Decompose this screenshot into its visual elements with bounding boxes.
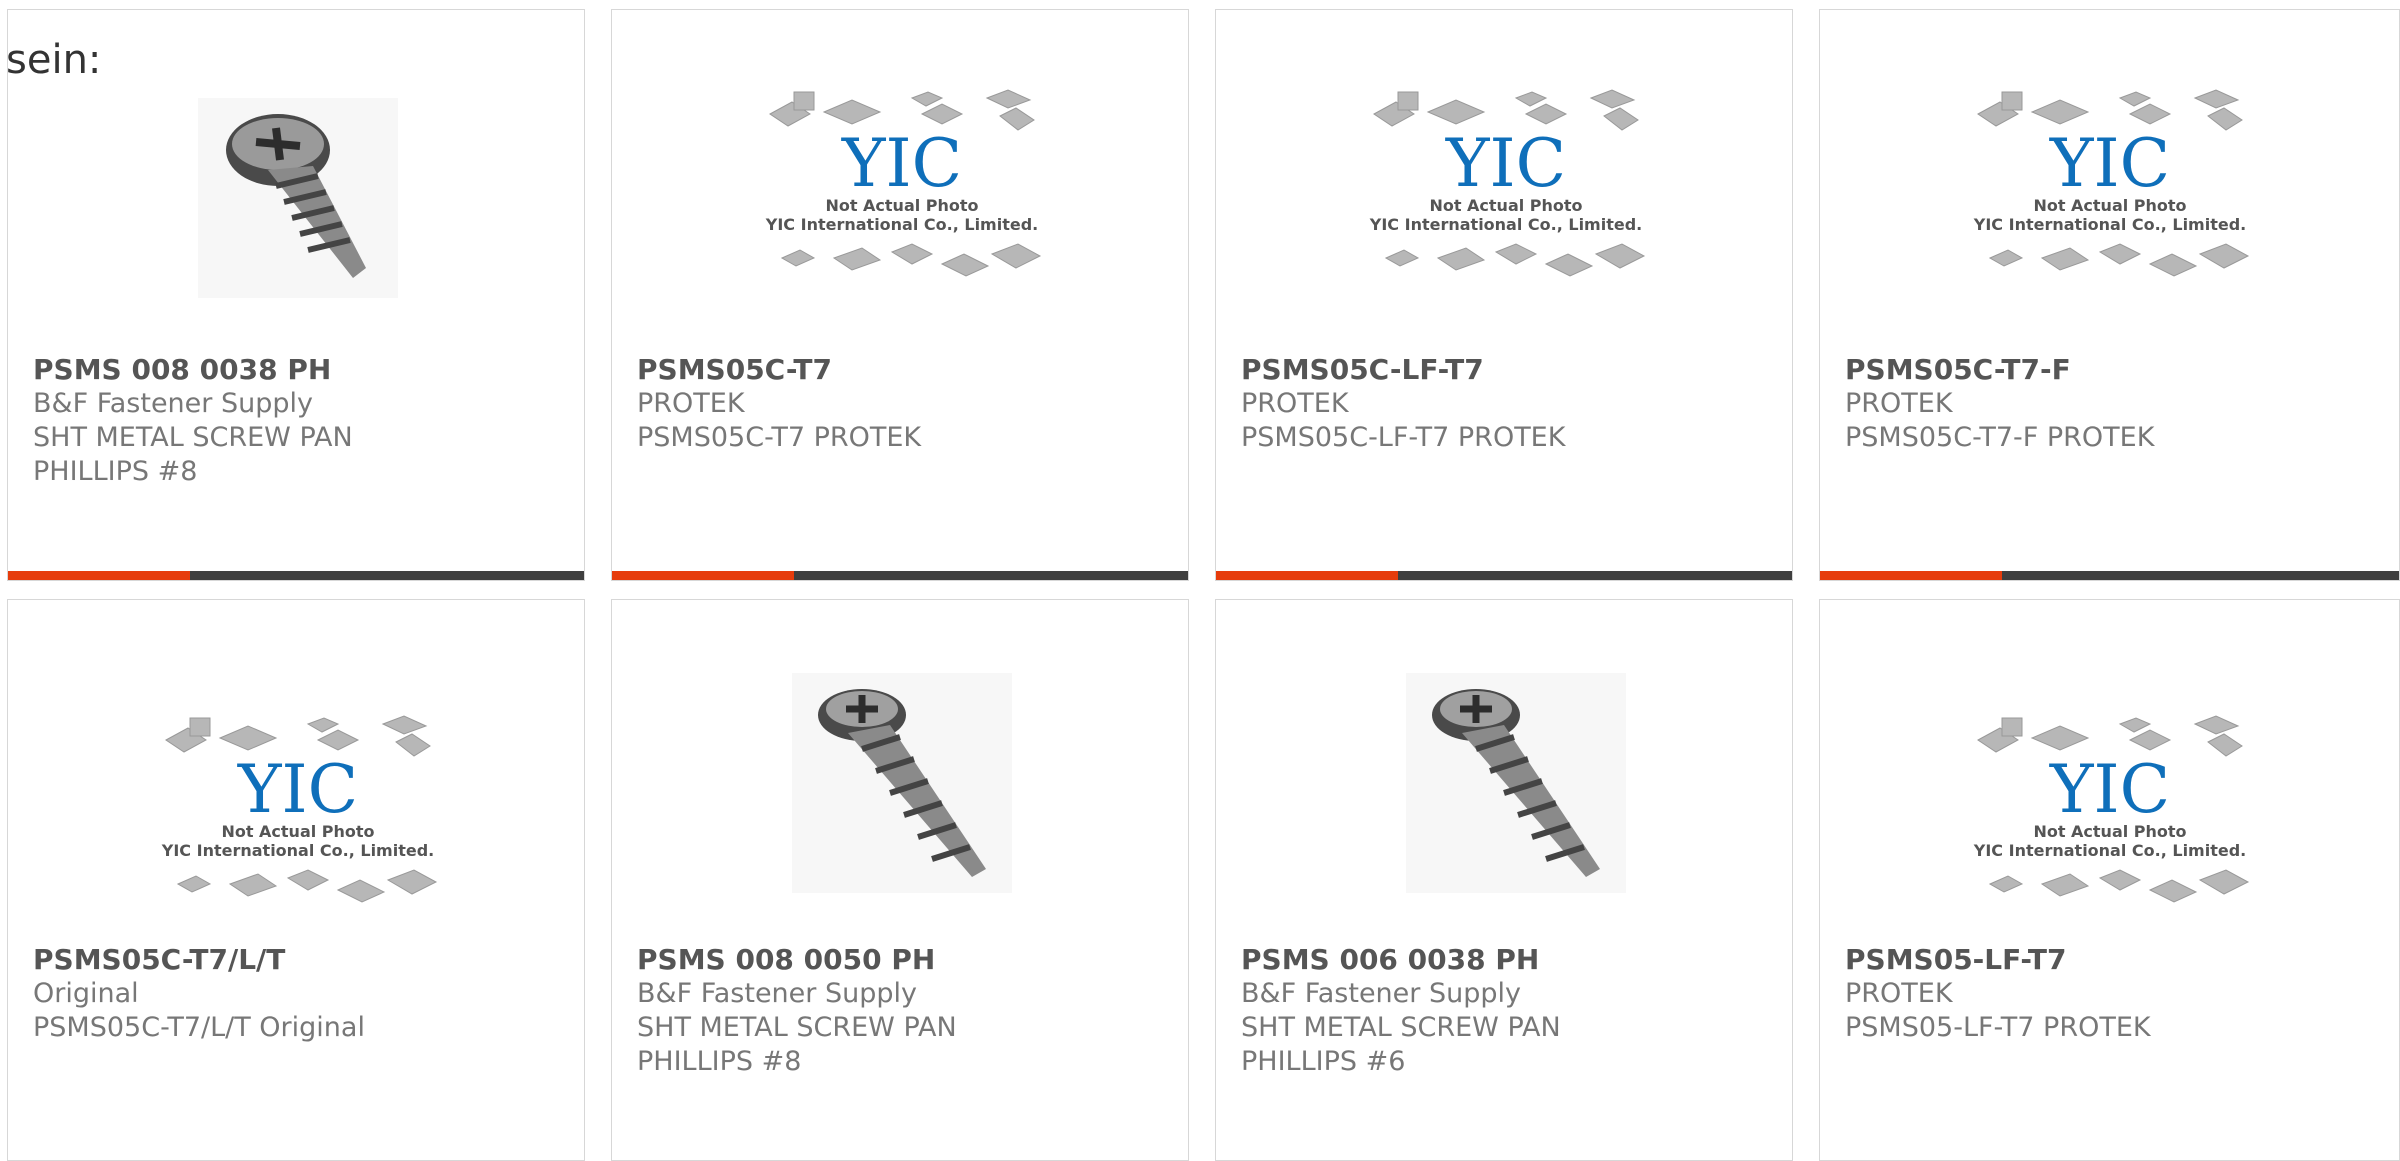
product-manufacturer: Original	[33, 978, 139, 1009]
svg-text:YIC International Co., Limited: YIC International Co., Limited.	[765, 215, 1038, 234]
lead-text: sein:	[6, 37, 102, 83]
screw-photo-icon	[792, 673, 1012, 893]
product-card[interactable]: YIC Not Actual Photo YIC International C…	[1215, 9, 1793, 581]
svg-text:YIC International Co., Limited: YIC International Co., Limited.	[1369, 215, 1642, 234]
svg-text:YIC: YIC	[2049, 751, 2170, 828]
product-card[interactable]: PSMS 008 0038 PH B&F Fastener Supply SHT…	[7, 9, 585, 581]
product-grid: PSMS 008 0038 PH B&F Fastener Supply SHT…	[0, 0, 2400, 1161]
product-title[interactable]: PSMS 006 0038 PH	[1241, 943, 1772, 977]
product-description-2: PHILLIPS #8	[33, 456, 198, 487]
product-info: PSMS05C-T7-F PROTEK PSMS05C-T7-F PROTEK	[1845, 353, 2379, 455]
not-actual-photo-icon: YIC Not Actual Photo YIC International C…	[1369, 89, 1646, 277]
product-card[interactable]: YIC Not Actual Photo YIC International C…	[7, 599, 585, 1161]
product-description: PSMS05C-T7 PROTEK	[637, 422, 922, 453]
product-title[interactable]: PSMS05-LF-T7	[1845, 943, 2379, 977]
product-image[interactable]: YIC Not Actual Photo YIC International C…	[1960, 684, 2260, 924]
product-manufacturer: B&F Fastener Supply	[33, 388, 313, 419]
svg-text:Not Actual Photo: Not Actual Photo	[2033, 822, 2186, 841]
product-card[interactable]: YIC Not Actual Photo YIC International C…	[1819, 9, 2400, 581]
product-title[interactable]: PSMS05C-T7/L/T	[33, 943, 564, 977]
svg-text:YIC: YIC	[1445, 125, 1566, 202]
product-card[interactable]: PSMS 006 0038 PH B&F Fastener Supply SHT…	[1215, 599, 1793, 1161]
svg-text:Not Actual Photo: Not Actual Photo	[2033, 196, 2186, 215]
svg-text:YIC: YIC	[2049, 125, 2170, 202]
product-description-2: PHILLIPS #8	[637, 1046, 802, 1077]
card-accent-bar	[612, 571, 1188, 580]
not-actual-photo-icon: YIC Not Actual Photo YIC International C…	[1973, 89, 2250, 277]
product-description: SHT METAL SCREW PAN	[637, 1012, 957, 1043]
not-actual-photo-icon: YIC Not Actual Photo YIC International C…	[161, 715, 438, 903]
product-manufacturer: PROTEK	[1845, 978, 1953, 1009]
svg-text:YIC: YIC	[237, 751, 358, 828]
product-title[interactable]: PSMS05C-T7-F	[1845, 353, 2379, 387]
svg-text:YIC International Co., Limited: YIC International Co., Limited.	[1973, 215, 2246, 234]
product-info: PSMS05C-LF-T7 PROTEK PSMS05C-LF-T7 PROTE…	[1241, 353, 1772, 455]
product-description: SHT METAL SCREW PAN	[33, 422, 353, 453]
product-image[interactable]: YIC Not Actual Photo YIC International C…	[1356, 58, 1656, 298]
product-manufacturer: B&F Fastener Supply	[637, 978, 917, 1009]
product-description-2: PHILLIPS #6	[1241, 1046, 1406, 1077]
card-accent-bar	[8, 571, 584, 580]
svg-text:YIC International Co., Limited: YIC International Co., Limited.	[161, 841, 434, 860]
product-description: PSMS05C-T7/L/T Original	[33, 1012, 365, 1043]
product-info: PSMS 006 0038 PH B&F Fastener Supply SHT…	[1241, 943, 1772, 1079]
product-manufacturer: PROTEK	[1241, 388, 1349, 419]
product-manufacturer: PROTEK	[1845, 388, 1953, 419]
product-info: PSMS 008 0050 PH B&F Fastener Supply SHT…	[637, 943, 1168, 1079]
product-card[interactable]: PSMS 008 0050 PH B&F Fastener Supply SHT…	[611, 599, 1189, 1161]
product-description: SHT METAL SCREW PAN	[1241, 1012, 1561, 1043]
product-manufacturer: PROTEK	[637, 388, 745, 419]
product-title[interactable]: PSMS05C-LF-T7	[1241, 353, 1772, 387]
product-title[interactable]: PSMS 008 0050 PH	[637, 943, 1168, 977]
screw-photo-icon	[1406, 673, 1626, 893]
svg-text:YIC International Co., Limited: YIC International Co., Limited.	[1973, 841, 2246, 860]
card-accent-bar	[1216, 571, 1792, 580]
product-title[interactable]: PSMS05C-T7	[637, 353, 1168, 387]
product-description: PSMS05C-T7-F PROTEK	[1845, 422, 2155, 453]
product-card[interactable]: YIC Not Actual Photo YIC International C…	[1819, 599, 2400, 1161]
product-info: PSMS05C-T7 PROTEK PSMS05C-T7 PROTEK	[637, 353, 1168, 455]
card-accent-bar	[1820, 571, 2399, 580]
product-description: PSMS05C-LF-T7 PROTEK	[1241, 422, 1566, 453]
product-description: PSMS05-LF-T7 PROTEK	[1845, 1012, 2151, 1043]
product-image[interactable]: YIC Not Actual Photo YIC International C…	[148, 684, 448, 924]
product-manufacturer: B&F Fastener Supply	[1241, 978, 1521, 1009]
product-info: PSMS05-LF-T7 PROTEK PSMS05-LF-T7 PROTEK	[1845, 943, 2379, 1045]
product-info: PSMS 008 0038 PH B&F Fastener Supply SHT…	[33, 353, 564, 489]
product-info: PSMS05C-T7/L/T Original PSMS05C-T7/L/T O…	[33, 943, 564, 1045]
svg-text:Not Actual Photo: Not Actual Photo	[221, 822, 374, 841]
not-actual-photo-icon: YIC Not Actual Photo YIC International C…	[1973, 715, 2250, 903]
svg-text:Not Actual Photo: Not Actual Photo	[1429, 196, 1582, 215]
product-image[interactable]: YIC Not Actual Photo YIC International C…	[1960, 58, 2260, 298]
product-image[interactable]	[792, 668, 1012, 898]
product-title[interactable]: PSMS 008 0038 PH	[33, 353, 564, 387]
screw-photo-icon	[198, 98, 398, 298]
svg-text:YIC: YIC	[841, 125, 962, 202]
not-actual-photo-icon: YIC Not Actual Photo YIC International C…	[765, 89, 1042, 277]
product-image[interactable]: YIC Not Actual Photo YIC International C…	[752, 58, 1052, 298]
product-card[interactable]: YIC Not Actual Photo YIC International C…	[611, 9, 1189, 581]
product-image[interactable]	[148, 58, 448, 298]
svg-text:Not Actual Photo: Not Actual Photo	[825, 196, 978, 215]
product-image[interactable]	[1406, 668, 1626, 898]
